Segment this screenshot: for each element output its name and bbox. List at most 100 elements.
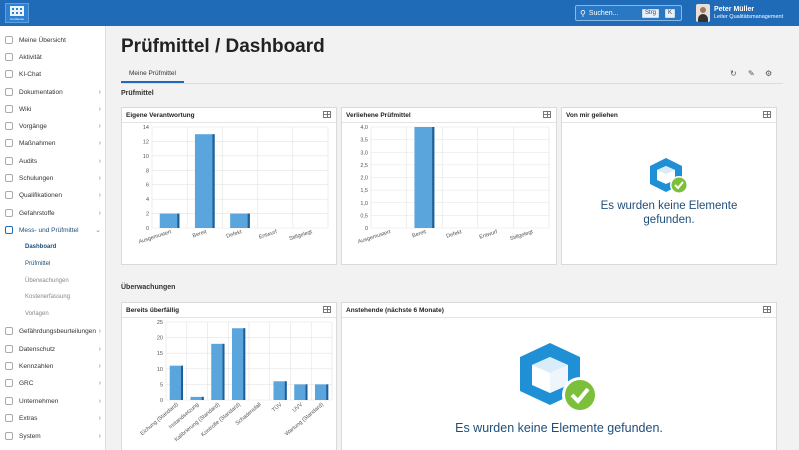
nav-icon (5, 397, 13, 405)
empty-state-icon (520, 343, 598, 413)
sidebar-item-label: Gefährdungsbeurteilungen (19, 327, 96, 335)
table-view-icon[interactable] (323, 111, 331, 118)
bar-edge (432, 127, 435, 228)
y-tick-label: 10 (143, 154, 149, 160)
sidebar-item-extras[interactable]: Extras › (0, 410, 106, 426)
chevron-right-icon: › (98, 105, 101, 113)
refresh-icon[interactable]: ↻ (730, 69, 737, 78)
sidebar-item-unternehmen[interactable]: Unternehmen › (0, 393, 106, 409)
x-tick-label: Bereit (192, 229, 208, 239)
sidebar-item-schulungen[interactable]: Schulungen › (0, 170, 106, 186)
card-title: Von mir geliehen (566, 112, 618, 119)
nav-icon (5, 70, 13, 78)
x-tick-label: Stillgelegt (288, 229, 313, 242)
sidebar-item-mess-und-prüfmittel[interactable]: Mess- und Prüfmittel ⌄ (0, 222, 106, 238)
tab-meine-pruefmittel[interactable]: Meine Prüfmittel (121, 69, 184, 83)
chevron-right-icon: › (98, 362, 101, 370)
sidebar-item-gefährdungsbeurteilungen[interactable]: Gefährdungsbeurteilungen › (0, 323, 106, 339)
sidebar-item-meine-übersicht[interactable]: Meine Übersicht (0, 32, 106, 48)
user-name: Peter Müller (714, 6, 755, 13)
card-eigene-verantwortung: Eigene Verantwortung 0 2 4 6 8 10 12 14 Ausgemus… (121, 107, 337, 265)
bar (230, 213, 250, 228)
user-role: Leiter Qualitätsmanagement (714, 14, 784, 20)
x-tick-label: Ausgemustert (138, 229, 173, 245)
nav-icon (5, 157, 13, 165)
sidebar-item-vorgänge[interactable]: Vorgänge › (0, 118, 106, 134)
sidebar-item-label: Kennzahlen (19, 362, 54, 370)
chart-eigene-verantwortung: 0 2 4 6 8 10 12 14 Ausgemustert Bereit Defekt Entwu… (138, 125, 329, 245)
settings-icon[interactable]: ⚙ (765, 69, 772, 78)
card-header: Anstehende (nächste 6 Monate) (342, 303, 776, 318)
sidebar-subitem[interactable]: Vorlagen (25, 311, 49, 317)
table-view-icon[interactable] (763, 306, 771, 313)
chevron-right-icon: › (98, 345, 101, 353)
bar-edge (305, 384, 308, 400)
sidebar-item-wiki[interactable]: Wiki › (0, 101, 106, 117)
user-menu[interactable]: Peter Müller Leiter Qualitätsmanagement (696, 4, 783, 22)
table-view-icon[interactable] (543, 111, 551, 118)
shortcut-key-ctrl: Strg (642, 9, 660, 18)
bar (194, 134, 215, 228)
sidebar-item-label: Dokumentation (19, 88, 63, 96)
edit-icon[interactable]: ✎ (748, 69, 755, 78)
sidebar-item-label: Gefahrstoffe (19, 209, 55, 217)
sidebar-item-grc[interactable]: GRC › (0, 375, 106, 391)
bar (414, 127, 435, 228)
sidebar-subitem[interactable]: Prüfmittel (25, 261, 50, 267)
y-tick-label: 3,5 (360, 138, 368, 144)
app-logo[interactable]: ConSense (5, 3, 29, 23)
sidebar-item-label: Wiki (19, 105, 32, 113)
y-tick-label: 3,0 (360, 150, 368, 156)
x-tick-label: TÜV (270, 401, 283, 414)
sidebar-item-dokumentation[interactable]: Dokumentation › (0, 84, 106, 100)
table-view-icon[interactable] (323, 306, 331, 313)
sidebar-item-maßnahmen[interactable]: Maßnahmen › (0, 135, 106, 151)
card-title: Eigene Verantwortung (126, 112, 195, 119)
chevron-right-icon: › (98, 139, 101, 147)
nav-icon (5, 327, 13, 335)
sidebar-item-system[interactable]: System › (0, 428, 106, 444)
sidebar-item-audits[interactable]: Audits › (0, 153, 106, 169)
card-verliehene-pruefmittel: Verliehene Prüfmittel 0 0,5 1,0 1,5 2,0 2,5 3,… (341, 107, 557, 265)
x-tick-label: Stillgelegt (509, 229, 534, 242)
sidebar-item-aktivität[interactable]: Aktivität (0, 49, 106, 65)
nav-icon (5, 174, 13, 182)
card-header: Eigene Verantwortung (122, 108, 336, 123)
nav-icon (5, 191, 13, 199)
sidebar-item-label: Schulungen (19, 174, 54, 182)
y-tick-label: 2,5 (360, 163, 368, 169)
nav-icon (5, 362, 13, 370)
sidebar-item-kennzahlen[interactable]: Kennzahlen › (0, 358, 106, 374)
sidebar-item-label: Extras (19, 414, 38, 422)
chart-bereits-ueberfaellig: 0510152025Eichung (Standard)Instandsetzu… (140, 320, 333, 443)
empty-message-line-1: Es wurden keine Elemente (600, 200, 738, 212)
chevron-right-icon: › (98, 88, 101, 96)
x-tick-label: UVV (292, 402, 305, 414)
chevron-right-icon: › (98, 209, 101, 217)
sidebar-item-ki-chat[interactable]: KI-Chat (0, 66, 106, 82)
sidebar-subitem[interactable]: Kostenerfassung (25, 294, 70, 300)
sidebar-subitem[interactable]: Überwachungen (25, 278, 69, 284)
bar-edge (222, 343, 225, 400)
logo-text: ConSense (9, 16, 24, 21)
sidebar-item-datenschutz[interactable]: Datenschutz › (0, 341, 106, 357)
y-tick-label: 14 (143, 125, 149, 131)
sidebar-item-qualifikationen[interactable]: Qualifikationen › (0, 187, 106, 203)
sidebar-item-gefahrstoffe[interactable]: Gefahrstoffe › (0, 205, 106, 221)
nav-icon (5, 379, 13, 387)
y-tick-label: 0,5 (360, 213, 368, 219)
sidebar-subitem[interactable]: Dashboard (25, 244, 56, 250)
chevron-down-icon: ⌄ (95, 227, 101, 234)
y-tick-label: 2,0 (360, 176, 368, 182)
bar-edge (326, 384, 329, 400)
chevron-right-icon: › (98, 122, 101, 130)
x-tick-label: Defekt (226, 229, 243, 240)
shortcut-key-k: K (665, 9, 676, 18)
y-tick-label: 25 (157, 320, 163, 326)
search-input[interactable]: ⚲ Suchen... Strg K (575, 5, 682, 21)
table-view-icon[interactable] (763, 111, 771, 118)
nav-icon (5, 432, 13, 440)
main-content: Prüfmittel / Dashboard Meine Prüfmittel … (106, 26, 799, 450)
x-tick-label: Defekt (446, 229, 463, 240)
empty-message: Es wurden keine Elemente gefunden. (455, 421, 663, 435)
